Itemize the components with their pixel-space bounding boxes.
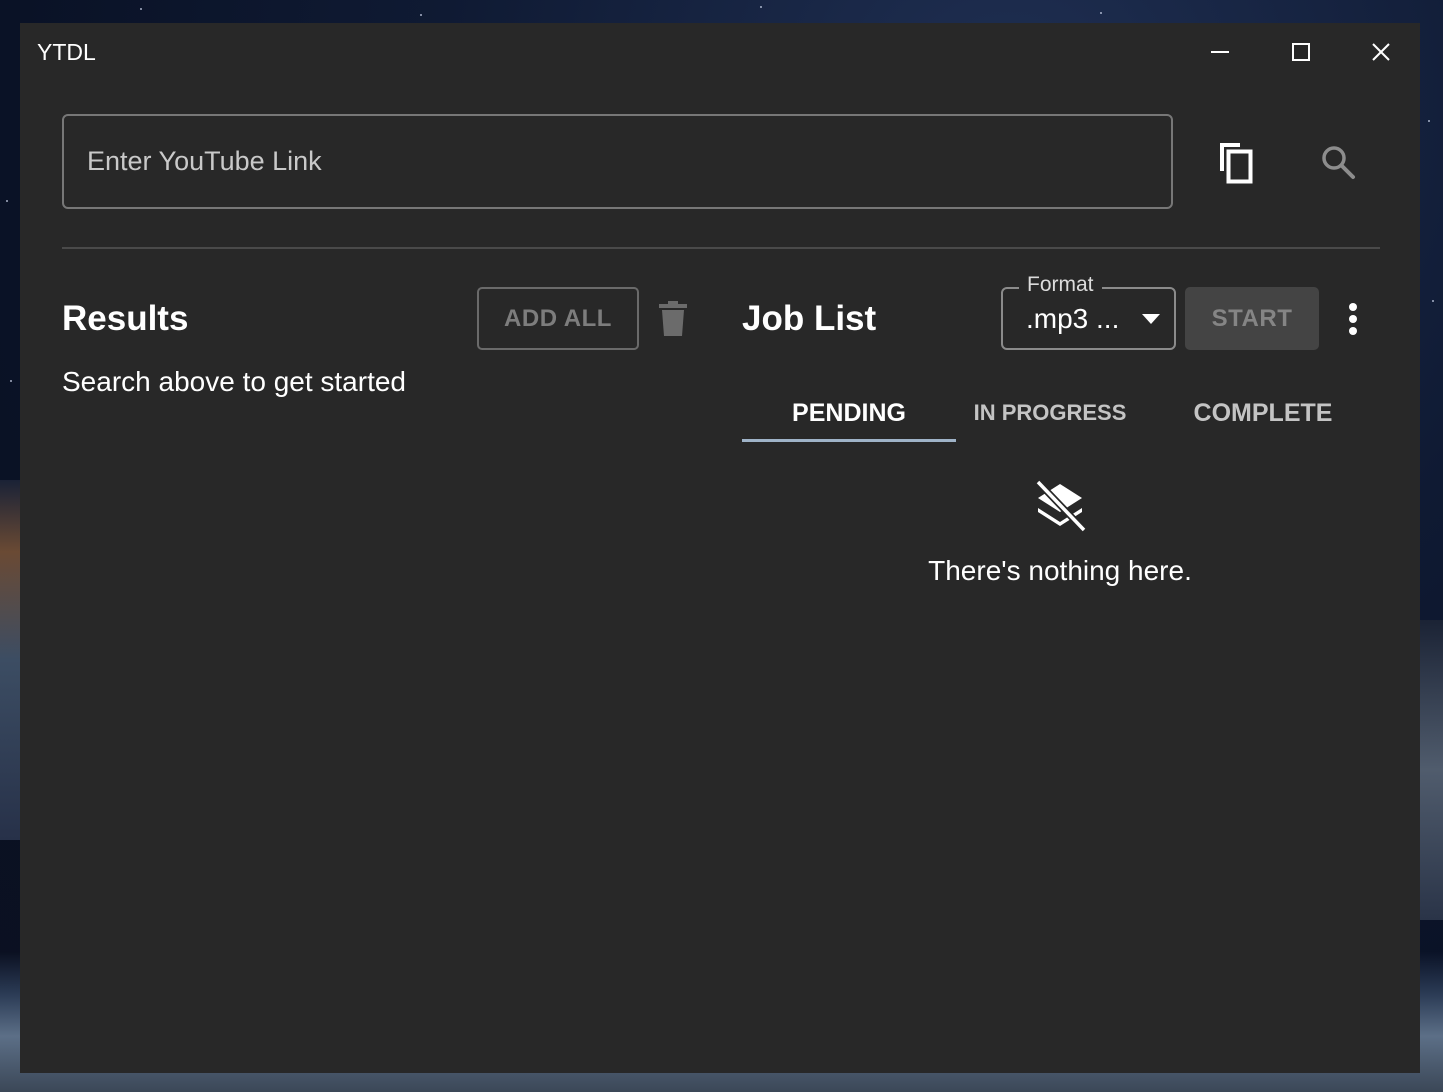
youtube-link-field (62, 114, 1173, 209)
star (760, 6, 762, 8)
layers-off-icon (1035, 479, 1087, 533)
clear-results-button[interactable] (656, 297, 690, 341)
section-divider (62, 247, 1380, 249)
tab-pending[interactable]: PENDING (742, 383, 956, 443)
star (1428, 120, 1430, 122)
content-copy-icon (1220, 143, 1253, 184)
maximize-icon (1292, 43, 1310, 61)
active-tab-indicator (742, 439, 956, 442)
format-label: Format (1019, 273, 1102, 297)
close-icon (1372, 43, 1390, 61)
dropdown-arrow-icon (1142, 314, 1160, 324)
results-heading: Results (62, 299, 189, 338)
minimize-button[interactable] (1180, 23, 1260, 81)
wallpaper-mountain (0, 480, 20, 840)
results-empty-message: Search above to get started (62, 366, 406, 397)
more-vert-icon (1349, 303, 1357, 335)
app-window: YTDL Results ADD ALL Se (20, 23, 1420, 1073)
paste-button[interactable] (1210, 135, 1262, 191)
search-icon (1322, 146, 1355, 179)
job-list-heading: Job List (742, 299, 877, 338)
star (420, 14, 422, 16)
search-button[interactable] (1313, 137, 1363, 187)
youtube-link-input[interactable] (64, 116, 1171, 207)
minimize-icon (1211, 51, 1229, 53)
star (1100, 12, 1102, 14)
trash-icon (659, 301, 687, 336)
title-bar: YTDL (20, 23, 1420, 81)
star (10, 380, 12, 382)
tab-complete[interactable]: COMPLETE (1156, 383, 1370, 443)
format-selected-value: .mp3 ... (1026, 303, 1120, 334)
add-all-button[interactable]: ADD ALL (477, 287, 639, 350)
star (140, 8, 142, 10)
start-button[interactable]: START (1185, 287, 1319, 350)
format-select[interactable]: Format .mp3 ... (1001, 273, 1176, 350)
close-button[interactable] (1341, 23, 1421, 81)
window-title: YTDL (37, 39, 96, 65)
wallpaper-trees (1419, 620, 1443, 920)
star (1432, 300, 1434, 302)
star (6, 200, 8, 202)
maximize-button[interactable] (1261, 23, 1341, 81)
job-list-empty-message: There's nothing here. (928, 555, 1192, 586)
more-options-button[interactable] (1338, 297, 1368, 341)
tab-in-progress[interactable]: IN PROGRESS (956, 383, 1144, 443)
